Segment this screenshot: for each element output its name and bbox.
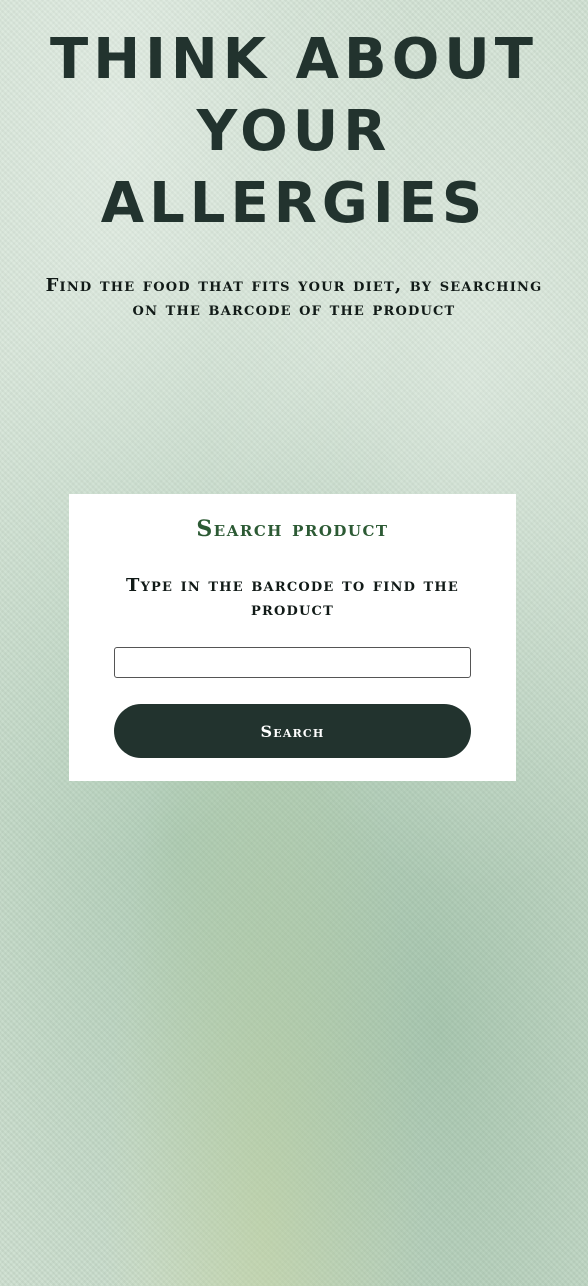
search-product-card: Search product Type in the barcode to fi… <box>69 494 516 781</box>
barcode-input[interactable] <box>114 647 471 678</box>
search-button[interactable]: Search <box>114 704 471 758</box>
page-subtitle: Find the food that fits your diet, by se… <box>45 275 543 320</box>
search-card-title: Search product <box>196 516 389 542</box>
search-instruction: Type in the barcode to find the product <box>125 575 460 620</box>
page-title: Think about your allergies <box>50 27 538 236</box>
